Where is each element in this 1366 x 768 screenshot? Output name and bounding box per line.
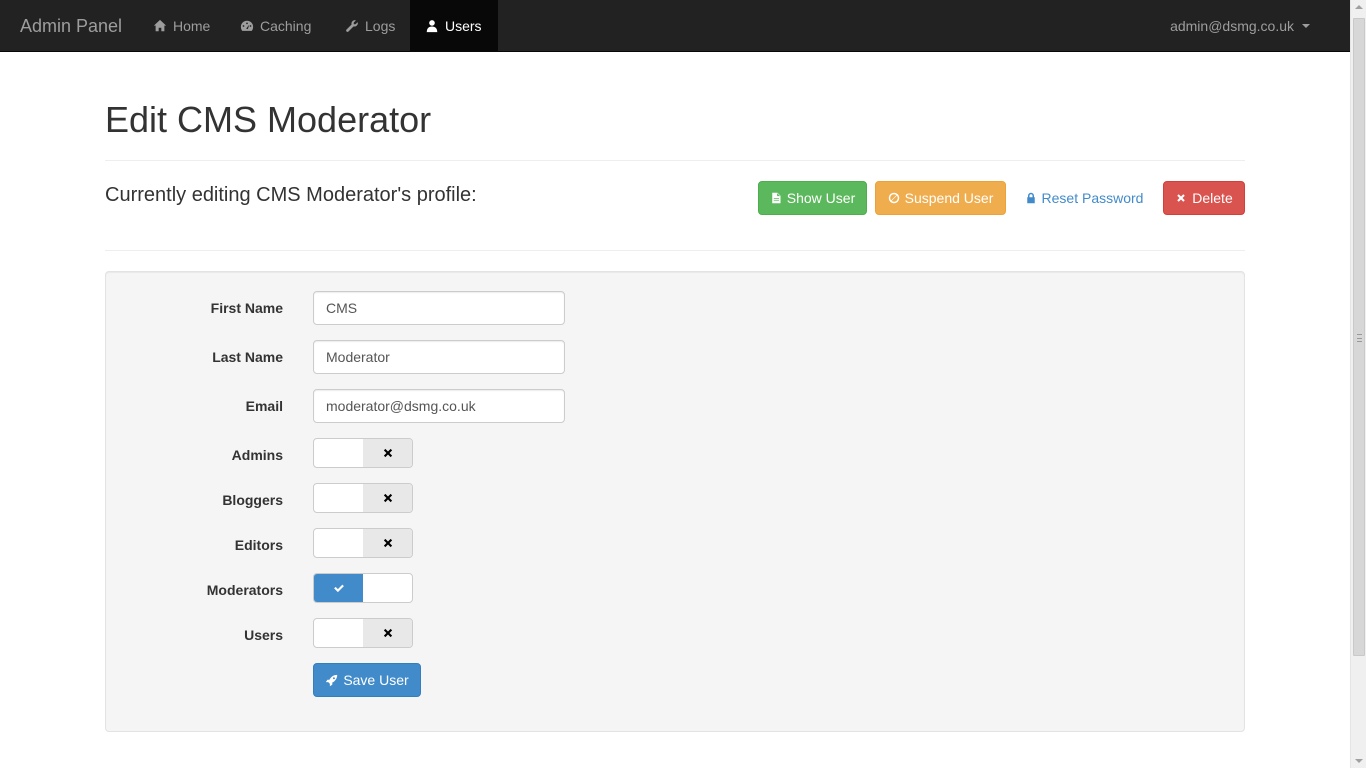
editors-toggle[interactable] [313,528,413,558]
brand-link[interactable]: Admin Panel [20,15,122,37]
rocket-icon [326,674,338,686]
last-name-input[interactable] [313,340,565,374]
grip-icon [1357,334,1362,342]
delete-button[interactable]: Delete [1163,181,1245,215]
caret-down-icon [1302,23,1310,28]
close-icon [383,538,392,548]
close-icon [383,448,392,458]
toggle-off-side [363,439,412,467]
moderators-toggle[interactable] [313,573,413,603]
wrench-icon [346,19,358,32]
suspend-user-button[interactable]: Suspend User [875,181,1006,215]
toggle-off-side [363,574,412,602]
divider [105,250,1245,251]
lock-icon [1026,192,1035,204]
nav-item-home[interactable]: Home [138,0,225,51]
home-icon [153,19,167,31]
email-label: Email [245,398,283,414]
scrollbar-thumb[interactable] [1353,18,1365,656]
close-icon [383,493,392,503]
bloggers-label: Bloggers [222,492,283,508]
reset-password-label: Reset Password [1041,190,1144,206]
nav-item-users[interactable]: Users [410,0,498,51]
page-title: Edit CMS Moderator [105,99,432,140]
last-name-label: Last Name [212,349,283,365]
first-name-input[interactable] [313,291,565,325]
file-icon [772,192,781,204]
moderators-label: Moderators [206,582,283,598]
editors-label: Editors [234,537,283,553]
toggle-on-side [314,484,363,512]
close-icon [1177,194,1186,202]
save-user-label: Save User [343,672,409,688]
show-user-label: Show User [786,190,856,206]
vertical-scrollbar[interactable] [1350,0,1366,768]
scroll-up-arrow-icon[interactable] [1355,5,1363,9]
bloggers-toggle[interactable] [313,483,413,513]
check-icon [333,584,344,593]
first-name-label: First Name [210,300,283,316]
show-user-button[interactable]: Show User [758,181,867,215]
nav-item-label: Logs [365,17,396,34]
save-user-button[interactable]: Save User [313,663,421,697]
email-input[interactable] [313,389,565,423]
divider [105,160,1245,161]
nav-item-logs[interactable]: Logs [330,0,410,51]
nav-item-label: Caching [260,17,312,34]
toggle-on-side [314,529,363,557]
toggle-on-side [314,619,363,647]
scroll-down-arrow-icon[interactable] [1355,759,1363,763]
nav-item-caching[interactable]: Caching [225,0,326,51]
reset-password-link[interactable]: Reset Password [1018,181,1150,215]
page-subtitle: Currently editing CMS Moderator's profil… [105,184,477,206]
nav-item-label: Home [173,17,211,34]
dashboard-icon [240,20,254,31]
top-navbar: Admin Panel Home Caching Logs Users admi… [0,0,1350,52]
toggle-off-side [363,619,412,647]
toggle-off-side [363,529,412,557]
nav-item-label: Users [445,17,482,34]
admins-label: Admins [231,447,283,463]
suspend-user-label: Suspend User [904,190,994,206]
admins-toggle[interactable] [313,438,413,468]
users-label: Users [244,627,283,643]
delete-label: Delete [1192,190,1233,206]
user-menu-dropdown[interactable]: admin@dsmg.co.uk [1170,0,1310,51]
user-email: admin@dsmg.co.uk [1170,17,1294,34]
toggle-off-side [363,484,412,512]
toggle-on-side [314,574,363,602]
user-icon [426,19,438,32]
toggle-on-side [314,439,363,467]
users-toggle[interactable] [313,618,413,648]
close-icon [383,628,392,638]
ban-icon [888,192,899,204]
